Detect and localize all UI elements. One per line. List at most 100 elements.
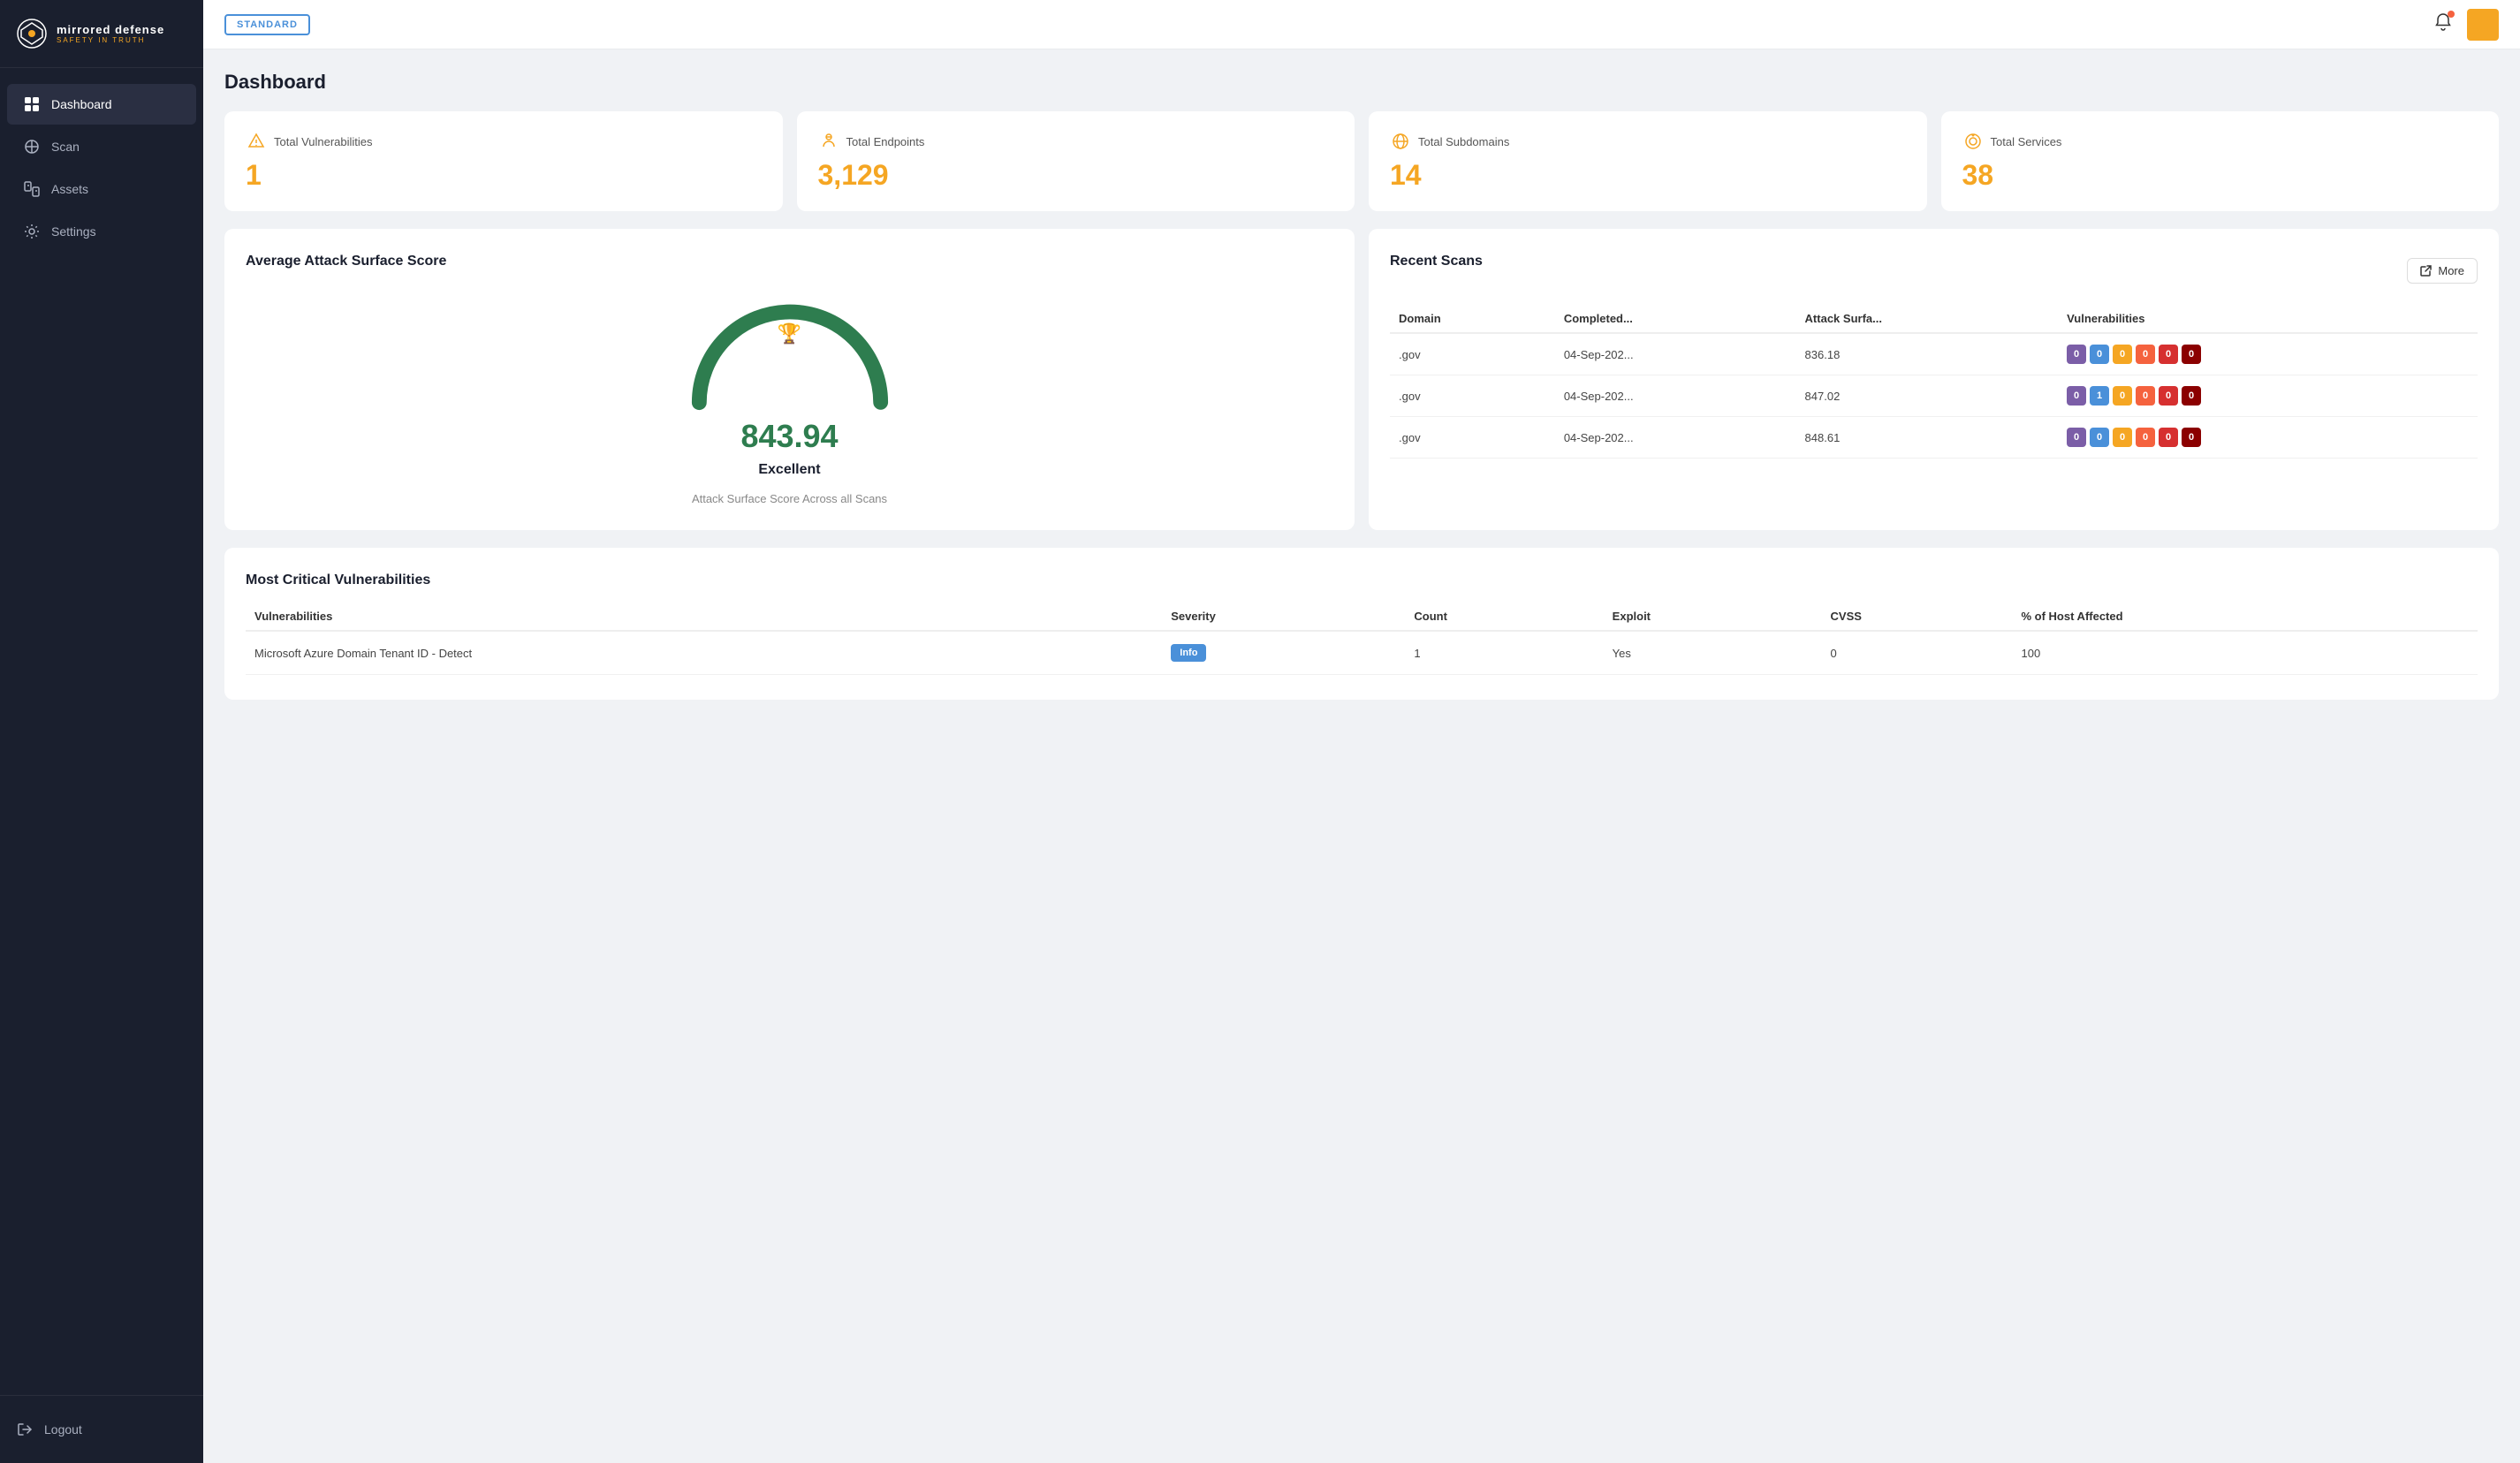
external-link-icon bbox=[2420, 264, 2433, 277]
vuln-table: Vulnerabilities Severity Count Exploit C… bbox=[246, 603, 2478, 675]
badge-2: 0 bbox=[2113, 428, 2132, 447]
stat-value-services: 38 bbox=[1962, 159, 2478, 192]
badge-4: 0 bbox=[2159, 345, 2178, 364]
score-card: Average Attack Surface Score 🏆 843.94 Ex… bbox=[224, 229, 1355, 530]
stat-label-subdomains: Total Subdomains bbox=[1418, 135, 1509, 148]
col-attack-surface: Attack Surfa... bbox=[1796, 305, 2059, 333]
stat-header-endpoints: Total Endpoints bbox=[818, 131, 1334, 152]
scans-table-header-row: Domain Completed... Attack Surfa... Vuln… bbox=[1390, 305, 2478, 333]
topbar: STANDARD bbox=[203, 0, 2520, 49]
sidebar-item-scan[interactable]: Scan bbox=[7, 126, 196, 167]
vuln-table-row[interactable]: Microsoft Azure Domain Tenant ID - Detec… bbox=[246, 631, 2478, 675]
scan-completed: 04-Sep-202... bbox=[1555, 333, 1796, 375]
stat-label-vulnerabilities: Total Vulnerabilities bbox=[274, 135, 373, 148]
more-button[interactable]: More bbox=[2407, 258, 2478, 284]
gauge-sub: Attack Surface Score Across all Scans bbox=[692, 492, 887, 505]
standard-badge: STANDARD bbox=[224, 14, 310, 35]
assets-icon bbox=[23, 180, 41, 198]
services-icon bbox=[1962, 131, 1984, 152]
badge-3: 0 bbox=[2136, 428, 2155, 447]
logo-text: mirrored defense SAFETY IN TRUTH bbox=[57, 23, 164, 44]
vuln-card-title: Most Critical Vulnerabilities bbox=[246, 572, 430, 587]
notification-icon[interactable] bbox=[2433, 12, 2453, 36]
badge-2: 0 bbox=[2113, 386, 2132, 406]
vuln-col-host: % of Host Affected bbox=[2012, 603, 2478, 631]
col-vulnerabilities: Vulnerabilities bbox=[2058, 305, 2478, 333]
badge-0: 0 bbox=[2067, 386, 2086, 406]
scans-header: Recent Scans More bbox=[1390, 254, 2478, 287]
stat-label-endpoints: Total Endpoints bbox=[846, 135, 925, 148]
scan-completed: 04-Sep-202... bbox=[1555, 375, 1796, 417]
vuln-col-name: Vulnerabilities bbox=[246, 603, 1162, 631]
gauge-score: 843.94 bbox=[740, 418, 838, 455]
badge-3: 0 bbox=[2136, 345, 2155, 364]
main-content: STANDARD Dashboard bbox=[203, 0, 2520, 1463]
badge-5: 0 bbox=[2182, 386, 2201, 406]
sidebar-item-dashboard[interactable]: Dashboard bbox=[7, 84, 196, 125]
sidebar-item-scan-label: Scan bbox=[51, 140, 80, 154]
logo-subtitle: SAFETY IN TRUTH bbox=[57, 36, 164, 44]
logout-icon bbox=[16, 1421, 34, 1438]
badge-3: 0 bbox=[2136, 386, 2155, 406]
stat-card-services: Total Services 38 bbox=[1941, 111, 2500, 211]
content-area: Dashboard Total Vulnerabilities 1 bbox=[203, 49, 2520, 1463]
vulnerabilities-icon bbox=[246, 131, 267, 152]
scan-vuln-badges: 010000 bbox=[2058, 375, 2478, 417]
sidebar-item-settings-label: Settings bbox=[51, 224, 96, 239]
page-title: Dashboard bbox=[224, 71, 2499, 94]
topbar-right bbox=[2433, 9, 2499, 41]
vuln-count: 1 bbox=[1405, 631, 1603, 675]
scan-domain: .gov bbox=[1390, 333, 1555, 375]
stat-card-subdomains: Total Subdomains 14 bbox=[1369, 111, 1927, 211]
stat-value-subdomains: 14 bbox=[1390, 159, 1906, 192]
user-avatar[interactable] bbox=[2467, 9, 2499, 41]
badge-0: 0 bbox=[2067, 345, 2086, 364]
sidebar-item-assets[interactable]: Assets bbox=[7, 169, 196, 209]
scan-icon bbox=[23, 138, 41, 155]
vuln-col-severity: Severity bbox=[1162, 603, 1405, 631]
settings-icon bbox=[23, 223, 41, 240]
stat-label-services: Total Services bbox=[1991, 135, 2062, 148]
more-button-label: More bbox=[2438, 264, 2464, 277]
scans-table-row[interactable]: .gov 04-Sep-202... 847.02 010000 bbox=[1390, 375, 2478, 417]
stat-value-vulnerabilities: 1 bbox=[246, 159, 762, 192]
logout-button[interactable]: Logout bbox=[7, 1410, 196, 1449]
vuln-name: Microsoft Azure Domain Tenant ID - Detec… bbox=[246, 631, 1162, 675]
stat-card-vulnerabilities: Total Vulnerabilities 1 bbox=[224, 111, 783, 211]
subdomains-icon bbox=[1390, 131, 1411, 152]
vuln-col-count: Count bbox=[1405, 603, 1603, 631]
badge-0: 0 bbox=[2067, 428, 2086, 447]
badge-5: 0 bbox=[2182, 428, 2201, 447]
sidebar-footer: Logout bbox=[0, 1395, 203, 1463]
stat-value-endpoints: 3,129 bbox=[818, 159, 1334, 192]
sidebar-item-assets-label: Assets bbox=[51, 182, 88, 196]
scans-table-row[interactable]: .gov 04-Sep-202... 848.61 000000 bbox=[1390, 417, 2478, 459]
vuln-card: Most Critical Vulnerabilities Vulnerabil… bbox=[224, 548, 2499, 700]
badge-1: 1 bbox=[2090, 386, 2109, 406]
scans-table: Domain Completed... Attack Surfa... Vuln… bbox=[1390, 305, 2478, 459]
logout-label: Logout bbox=[44, 1422, 82, 1436]
badge-5: 0 bbox=[2182, 345, 2201, 364]
badge-2: 0 bbox=[2113, 345, 2132, 364]
scans-card-title: Recent Scans bbox=[1390, 254, 1483, 269]
sidebar-nav: Dashboard Scan Assets bbox=[0, 68, 203, 1395]
stat-card-endpoints: Total Endpoints 3,129 bbox=[797, 111, 1355, 211]
scan-vuln-badges: 000000 bbox=[2058, 417, 2478, 459]
sidebar-item-settings[interactable]: Settings bbox=[7, 211, 196, 252]
vuln-severity: Info bbox=[1162, 631, 1405, 675]
badge-4: 0 bbox=[2159, 428, 2178, 447]
vuln-col-cvss: CVSS bbox=[1822, 603, 2013, 631]
col-completed: Completed... bbox=[1555, 305, 1796, 333]
endpoints-icon bbox=[818, 131, 839, 152]
col-domain: Domain bbox=[1390, 305, 1555, 333]
stats-grid: Total Vulnerabilities 1 Total Endpoints bbox=[224, 111, 2499, 211]
sidebar: mirrored defense SAFETY IN TRUTH Dashboa… bbox=[0, 0, 203, 1463]
logo-title: mirrored defense bbox=[57, 23, 164, 36]
scans-table-row[interactable]: .gov 04-Sep-202... 836.18 000000 bbox=[1390, 333, 2478, 375]
badge-1: 0 bbox=[2090, 428, 2109, 447]
logo-icon bbox=[16, 18, 48, 49]
stat-header-vulnerabilities: Total Vulnerabilities bbox=[246, 131, 762, 152]
dashboard-icon bbox=[23, 95, 41, 113]
vuln-col-exploit: Exploit bbox=[1604, 603, 1822, 631]
scan-completed: 04-Sep-202... bbox=[1555, 417, 1796, 459]
